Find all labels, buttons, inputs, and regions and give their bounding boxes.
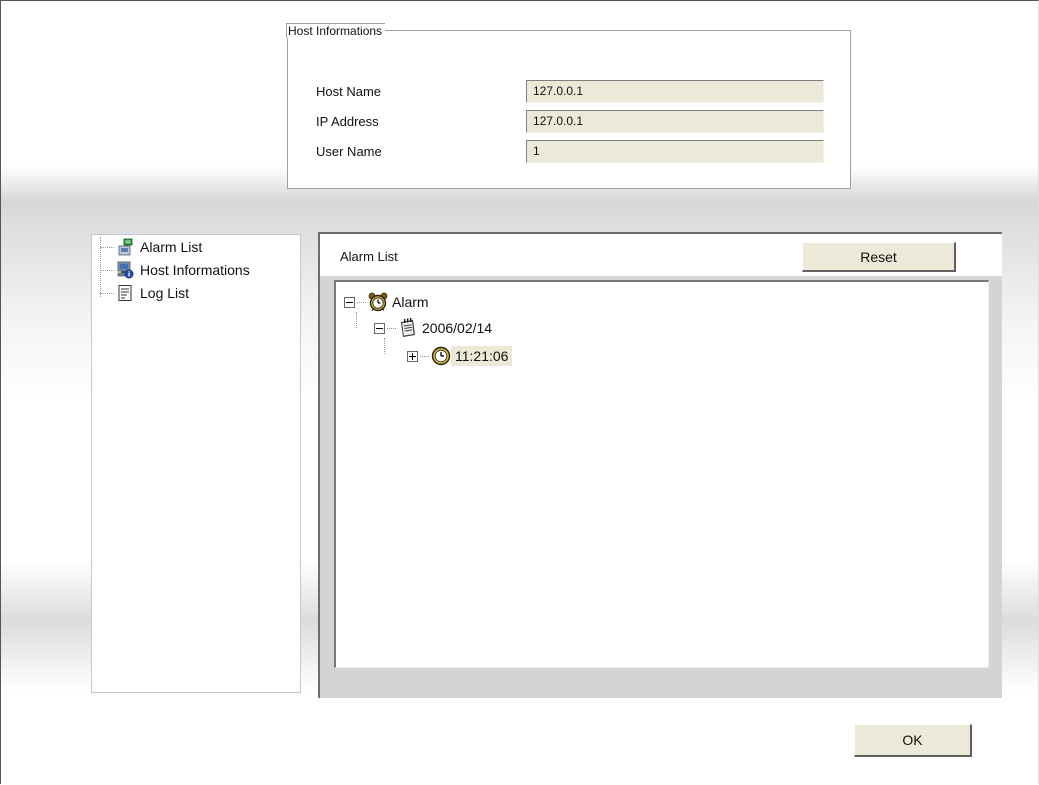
- alarm-list-icon: [116, 238, 134, 256]
- user-name-label: User Name: [316, 144, 382, 159]
- dialog-frame: Host Informations Host Name 127.0.0.1 IP…: [0, 0, 1039, 784]
- panel-title: Alarm List: [340, 249, 398, 264]
- ip-address-label: IP Address: [316, 114, 379, 129]
- tree-node-label: 11:21:06: [451, 346, 513, 366]
- alarm-list-panel: Alarm List Reset Alarm 2006/02/14 11:21:…: [318, 232, 1002, 698]
- nav-tree: Alarm List Host Informations Log List: [91, 234, 301, 693]
- notepad-icon: [398, 318, 418, 338]
- host-name-label: Host Name: [316, 84, 382, 99]
- ok-button[interactable]: OK: [854, 724, 972, 757]
- tree-node-alarm[interactable]: Alarm: [344, 289, 433, 315]
- tree-node-label: 2006/02/14: [422, 320, 493, 336]
- reset-button[interactable]: Reset: [802, 242, 956, 272]
- nav-item-label: Alarm List: [140, 239, 203, 255]
- tree-node-date[interactable]: 2006/02/14: [374, 315, 496, 341]
- collapse-icon[interactable]: [374, 322, 385, 334]
- nav-item-label: Host Informations: [140, 262, 250, 278]
- user-name-field: 1: [526, 140, 824, 163]
- expand-icon[interactable]: [407, 350, 418, 362]
- tree-node-label: Alarm: [392, 294, 429, 310]
- nav-item-label: Log List: [140, 285, 190, 301]
- clock-icon: [431, 346, 451, 366]
- collapse-icon[interactable]: [344, 296, 355, 308]
- host-informations-group: Host Informations Host Name 127.0.0.1 IP…: [286, 23, 851, 189]
- host-name-field: 127.0.0.1: [526, 80, 824, 103]
- nav-item-alarm-list[interactable]: Alarm List: [100, 236, 202, 258]
- host-informations-legend: Host Informations: [286, 23, 386, 38]
- host-info-icon: [116, 261, 134, 279]
- nav-item-log-list[interactable]: Log List: [100, 282, 189, 304]
- tree-node-time[interactable]: 11:21:06: [407, 343, 513, 369]
- nav-item-host-informations[interactable]: Host Informations: [100, 259, 250, 281]
- alarm-tree[interactable]: Alarm 2006/02/14 11:21:06: [334, 280, 989, 668]
- ip-address-field: 127.0.0.1: [526, 110, 824, 133]
- alarm-clock-icon: [368, 292, 388, 312]
- log-list-icon: [116, 284, 134, 302]
- panel-header: Alarm List Reset: [320, 234, 1002, 276]
